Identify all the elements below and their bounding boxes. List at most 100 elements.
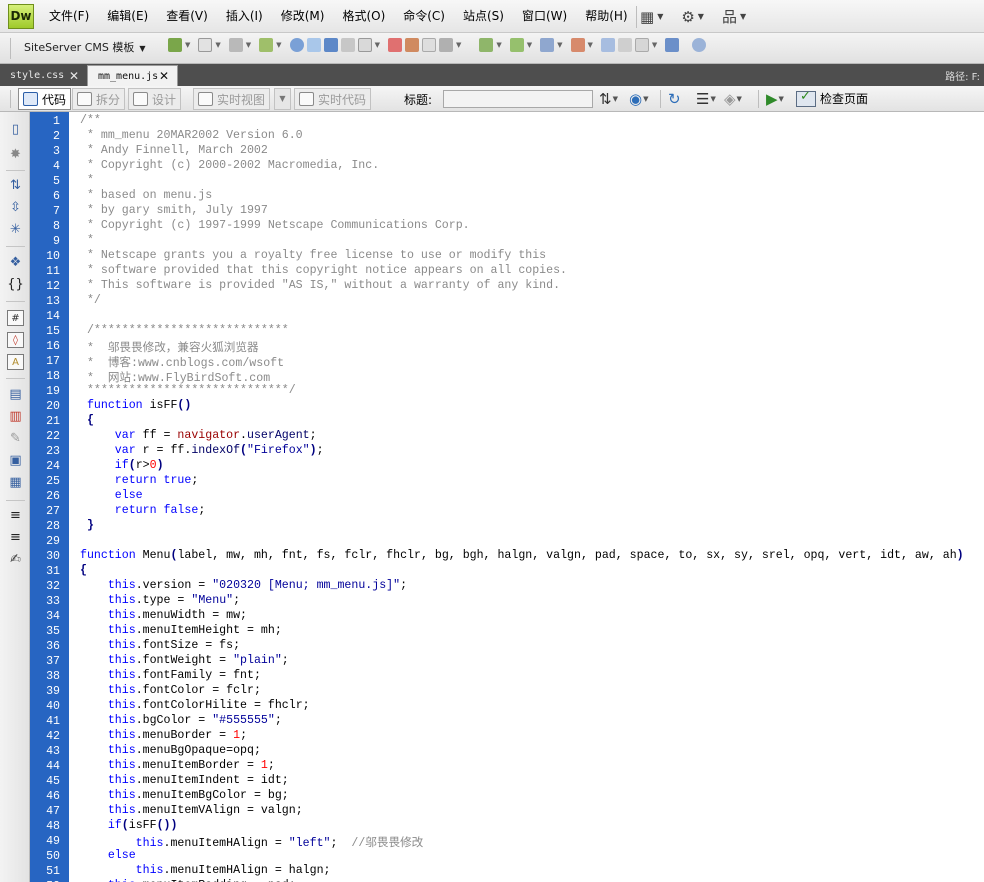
- refresh-button[interactable]: ↻: [668, 90, 681, 108]
- collapse-full-tag-icon[interactable]: ⇅: [7, 178, 24, 194]
- tab-label: mm_menu.js: [98, 70, 159, 82]
- apply-comment-icon[interactable]: ▤: [7, 387, 24, 403]
- move-css-icon[interactable]: ▦: [7, 475, 24, 491]
- line-number: 27: [46, 505, 60, 518]
- template-icon[interactable]: [634, 38, 649, 52]
- view-options-icon: ☰: [696, 90, 710, 108]
- menu-file[interactable]: 文件(F): [40, 0, 98, 33]
- recent-snippets-icon[interactable]: ▣: [7, 453, 24, 469]
- view-options-button[interactable]: ☰ ▼: [696, 90, 716, 108]
- chevron-down-icon: ▼: [697, 12, 704, 21]
- menu-view[interactable]: 查看(V): [157, 0, 217, 33]
- layout-table-icon[interactable]: [168, 38, 182, 52]
- collapse-selection-icon[interactable]: ⇳: [7, 200, 24, 216]
- chevron-down-icon: ▼: [496, 41, 502, 49]
- tab-mm-menu-js[interactable]: mm_menu.js ✕: [87, 65, 178, 86]
- line-number: 49: [46, 835, 60, 848]
- server-icon[interactable]: [600, 38, 615, 52]
- gear-icon: ⚙: [681, 7, 695, 26]
- page-icon[interactable]: [198, 38, 213, 52]
- frame-icon[interactable]: [357, 38, 372, 52]
- syntax-coloring-icon[interactable]: A: [7, 354, 24, 370]
- chevron-down-icon: ▼: [374, 41, 380, 49]
- balance-braces-icon[interactable]: {}: [7, 277, 24, 293]
- design-view-button[interactable]: 设计: [128, 88, 182, 110]
- open-documents-icon[interactable]: ▯: [7, 122, 24, 138]
- code-line: var r = ff.indexOf("Firefox");: [114, 444, 324, 457]
- tool-icon[interactable]: [438, 38, 453, 52]
- format-source-icon[interactable]: ✍: [7, 552, 24, 568]
- recordset-icon[interactable]: [509, 38, 524, 52]
- layout-button[interactable]: ▦ ▼: [640, 8, 663, 26]
- site-button[interactable]: 品 ▼: [722, 6, 746, 27]
- insert-category-select[interactable]: SiteServer CMS 模板 ▼: [24, 39, 146, 55]
- columns-icon[interactable]: [340, 38, 355, 52]
- remove-comment-icon[interactable]: ▥: [7, 409, 24, 425]
- layout-icon: ▦: [640, 7, 655, 26]
- menu-edit[interactable]: 编辑(E): [98, 0, 157, 33]
- code-line: *****************************/: [80, 384, 296, 397]
- tag-chooser-icon[interactable]: [404, 38, 419, 52]
- line-numbers-icon[interactable]: #: [7, 310, 24, 326]
- media-icon[interactable]: [289, 38, 304, 52]
- live-view-button[interactable]: 实时视图: [193, 88, 271, 110]
- list-icon[interactable]: [323, 38, 338, 52]
- chevron-down-icon: ▼: [279, 94, 286, 103]
- code-line: this.fontColorHilite = fhclr;: [107, 699, 310, 712]
- validate-button[interactable]: ▶ ▼: [766, 90, 784, 108]
- form-icon[interactable]: [421, 38, 436, 52]
- visual-aids-button[interactable]: ◈ ▼: [724, 90, 742, 108]
- image-icon[interactable]: [259, 38, 274, 52]
- highlight-invalid-code-icon[interactable]: ◊: [7, 332, 24, 348]
- indent-code-icon[interactable]: ≡: [7, 508, 24, 524]
- code-line: else: [114, 489, 143, 502]
- repeat-icon[interactable]: [617, 38, 632, 52]
- preview-browser-button[interactable]: ◉ ▼: [629, 90, 648, 108]
- code-line: this.menuBorder = 1;: [107, 729, 248, 742]
- line-number: 38: [46, 670, 60, 683]
- split-view-button[interactable]: 拆分: [72, 88, 126, 110]
- line-number: 29: [46, 535, 60, 548]
- wrap-tag-icon[interactable]: ✎: [7, 431, 24, 447]
- select-parent-tag-icon[interactable]: ❖: [7, 255, 24, 271]
- expand-all-icon[interactable]: ✳: [7, 222, 24, 238]
- tab-style-css[interactable]: style.css ✕: [0, 65, 87, 86]
- check-page-button[interactable]: 检查页面: [796, 89, 868, 107]
- menu-commands[interactable]: 命令(C): [394, 0, 454, 33]
- globe-icon[interactable]: [692, 38, 707, 52]
- code-line: * by gary smith, July 1997: [80, 204, 268, 217]
- code-tag-icon[interactable]: [387, 38, 402, 52]
- visual-aids-icon: ◈: [724, 90, 736, 108]
- code-line: var ff = navigator.userAgent;: [114, 429, 317, 442]
- title-input[interactable]: [443, 90, 593, 108]
- code-line: this.menuItemHAlign = halgn;: [135, 864, 331, 877]
- live-view-label: 实时视图: [217, 92, 266, 107]
- chart-icon[interactable]: [665, 38, 680, 52]
- code-line: * Andy Finnell, March 2002: [80, 144, 268, 157]
- line-number: 40: [46, 700, 60, 713]
- code-view-button[interactable]: 代码: [18, 88, 72, 110]
- user-icon[interactable]: [570, 38, 585, 52]
- code-line: /**: [80, 114, 101, 127]
- menu-modify[interactable]: 修改(M): [272, 0, 334, 33]
- show-code-navigator-icon[interactable]: ✸: [7, 147, 24, 163]
- tag-icon[interactable]: [228, 38, 243, 52]
- search-icon[interactable]: [540, 38, 555, 52]
- live-view-dropdown[interactable]: ▼: [274, 88, 291, 110]
- data-icon[interactable]: [479, 38, 494, 52]
- menu-site[interactable]: 站点(S): [454, 0, 513, 33]
- menu-help[interactable]: 帮助(H): [576, 0, 636, 33]
- menu-window[interactable]: 窗口(W): [513, 0, 576, 33]
- line-number-gutter: 1 2 3 4 5 6 7 8 9 10 11 12 13 14 15 16 17 18 19 20 21 22 23 24 2…: [30, 112, 69, 882]
- file-management-button[interactable]: ⇅ ▼: [599, 90, 618, 108]
- close-icon[interactable]: ✕: [69, 69, 79, 83]
- menu-insert[interactable]: 插入(I): [217, 0, 272, 33]
- insert-toolbar: SiteServer CMS 模板 ▼ ▼ ▼ ▼ ▼ ▼ ▼ ▼ ▼ ▼ ▼ ▼: [0, 33, 984, 64]
- outdent-code-icon[interactable]: ≡: [7, 530, 24, 546]
- close-icon[interactable]: ✕: [159, 69, 169, 83]
- document-icon[interactable]: [306, 38, 321, 52]
- extend-button[interactable]: ⚙ ▼: [681, 8, 704, 26]
- code-editor[interactable]: /** * mm_menu 20MAR2002 Version 6.0 * An…: [69, 112, 984, 882]
- live-code-button[interactable]: 实时代码: [294, 88, 372, 110]
- menu-format[interactable]: 格式(O): [333, 0, 394, 33]
